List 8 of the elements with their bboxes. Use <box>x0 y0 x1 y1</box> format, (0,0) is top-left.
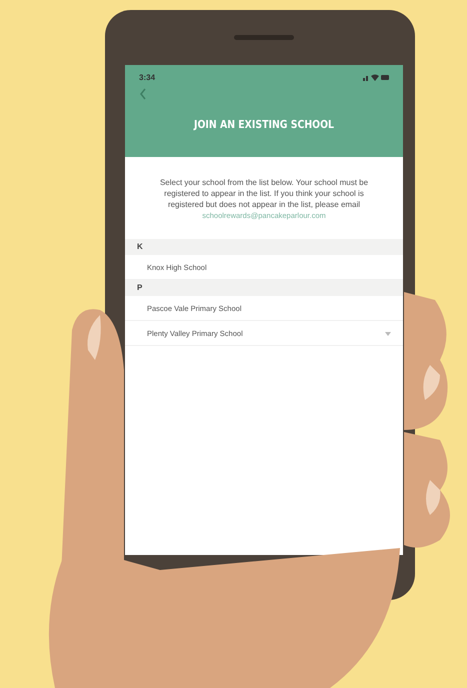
chevron-icon <box>385 332 391 336</box>
screen-title: JOIN AN EXISTING SCHOOL <box>192 118 335 131</box>
status-icons <box>363 74 389 81</box>
section-header: P <box>125 280 403 296</box>
speaker-icon <box>234 35 294 40</box>
section-header: K <box>125 239 403 255</box>
back-icon[interactable] <box>139 88 147 100</box>
status-time: 3:34 <box>139 73 156 82</box>
